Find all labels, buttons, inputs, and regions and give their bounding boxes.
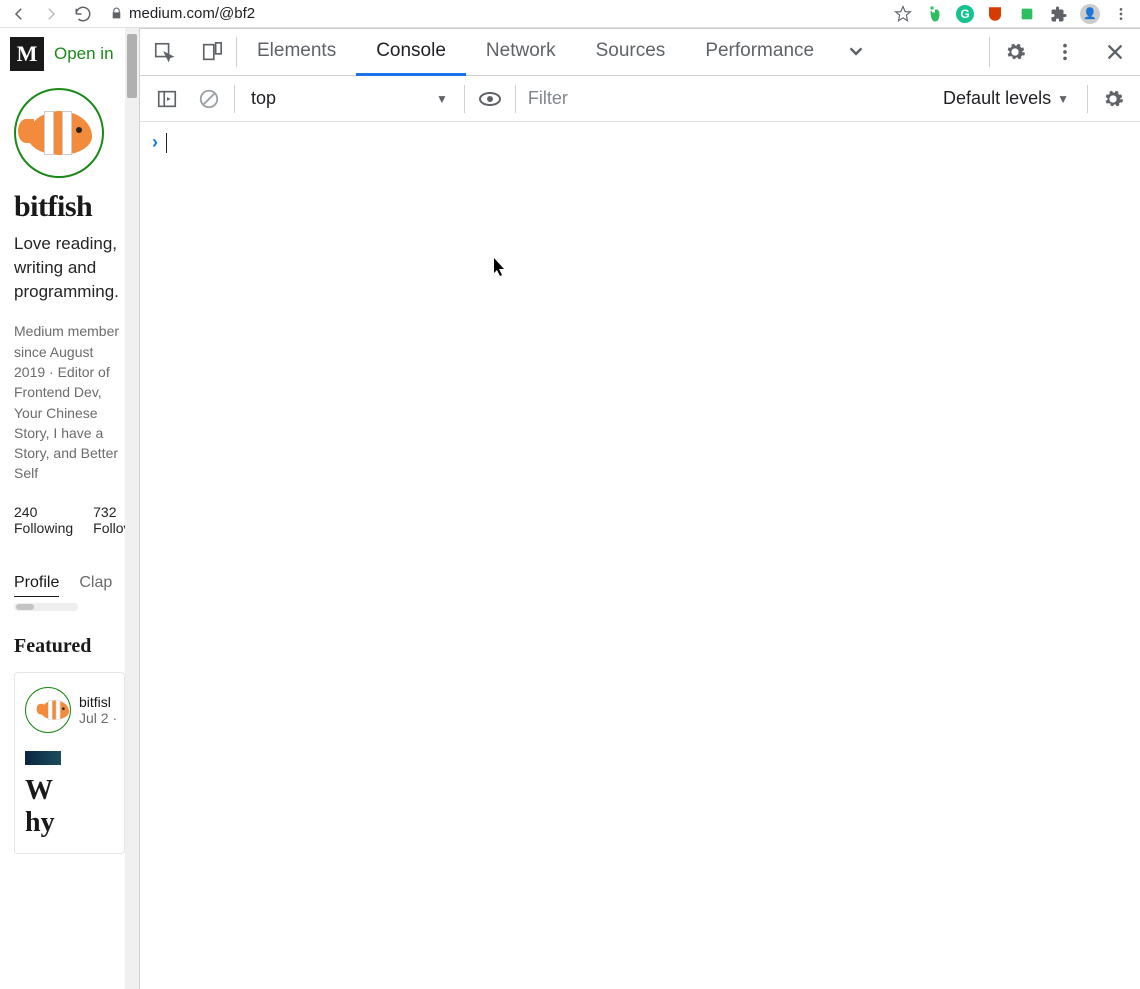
console-toolbar: top ▼ Default levels ▼ — [140, 76, 1140, 122]
extensions-puzzle-icon[interactable] — [1048, 3, 1070, 25]
following-label: Following — [14, 520, 73, 536]
open-in-app-link[interactable]: Open in — [54, 44, 114, 64]
chrome-menu-button[interactable] — [1110, 3, 1132, 25]
tab-sources[interactable]: Sources — [576, 29, 686, 76]
extension-green-icon[interactable] — [1016, 3, 1038, 25]
scrollbar-thumb[interactable] — [127, 34, 137, 98]
devtools-panel: Elements Console Network Sources Perform… — [140, 28, 1140, 989]
featured-thumbnail — [25, 751, 61, 765]
back-button[interactable] — [8, 3, 30, 25]
tab-elements[interactable]: Elements — [237, 29, 356, 76]
following-count: 240 — [14, 504, 73, 520]
text-caret — [166, 133, 167, 153]
tab-performance[interactable]: Performance — [685, 29, 834, 76]
profile-avatar[interactable] — [14, 88, 104, 178]
console-body[interactable]: › — [140, 122, 1140, 989]
page-scrollbar[interactable] — [125, 28, 139, 989]
profile-username: bitfish — [14, 190, 125, 224]
fish-icon — [38, 697, 57, 722]
tabs-scrollbar[interactable] — [14, 603, 78, 611]
following-stat[interactable]: 240 Following — [14, 504, 73, 536]
featured-title: W hy — [25, 775, 114, 839]
console-prompt[interactable]: › — [152, 132, 1128, 153]
forward-button[interactable] — [40, 3, 62, 25]
prompt-chevron-icon: › — [152, 132, 158, 153]
page-content: M Open in bitfish Love reading, writing … — [0, 28, 140, 989]
device-toolbar-button[interactable] — [188, 29, 236, 75]
browser-toolbar: medium.com/@bf2 G 👤 — [0, 0, 1140, 28]
devtools-menu-button[interactable] — [1040, 29, 1090, 75]
featured-author-avatar[interactable] — [25, 687, 71, 733]
live-expression-button[interactable] — [469, 87, 511, 111]
console-settings-button[interactable] — [1092, 88, 1134, 110]
tab-network[interactable]: Network — [466, 29, 576, 76]
medium-logo[interactable]: M — [10, 37, 44, 71]
extension-evernote-icon[interactable] — [924, 3, 946, 25]
address-bar[interactable]: medium.com/@bf2 — [110, 5, 255, 22]
extension-ublock-icon[interactable] — [984, 3, 1006, 25]
extension-grammarly-icon[interactable]: G — [956, 5, 974, 23]
devtools-close-button[interactable] — [1090, 29, 1140, 75]
dropdown-triangle-icon: ▼ — [436, 92, 448, 106]
reload-button[interactable] — [72, 3, 94, 25]
featured-heading: Featured — [0, 635, 139, 658]
levels-label: Default levels — [943, 88, 1051, 109]
console-filter-input[interactable] — [520, 84, 720, 113]
featured-card[interactable]: bitfisl Jul 2 · W hy — [14, 672, 125, 854]
bookmark-star-icon[interactable] — [892, 3, 914, 25]
url-text: medium.com/@bf2 — [129, 5, 255, 22]
devtools-tabbar: Elements Console Network Sources Perform… — [140, 29, 1140, 76]
execution-context-dropdown[interactable]: top ▼ — [239, 88, 460, 109]
lock-icon — [110, 7, 123, 20]
devtools-settings-button[interactable] — [990, 29, 1040, 75]
featured-date: Jul 2 · — [79, 710, 117, 726]
profile-avatar-icon[interactable]: 👤 — [1080, 4, 1100, 24]
more-tabs-button[interactable] — [834, 29, 878, 75]
inspect-element-button[interactable] — [140, 29, 188, 75]
tab-profile[interactable]: Profile — [14, 574, 59, 597]
profile-bio: Love reading, writing and programming. — [14, 232, 125, 303]
context-label: top — [251, 88, 276, 109]
dropdown-triangle-icon: ▼ — [1057, 92, 1069, 106]
tab-console[interactable]: Console — [356, 29, 466, 76]
featured-author-name: bitfisl — [79, 694, 117, 710]
log-levels-dropdown[interactable]: Default levels ▼ — [943, 88, 1083, 109]
tab-claps[interactable]: Clap — [79, 574, 112, 597]
profile-member-info: Medium member since August 2019 · Editor… — [14, 321, 125, 483]
fish-icon — [22, 105, 96, 161]
clear-console-button[interactable] — [188, 88, 230, 110]
console-sidebar-toggle[interactable] — [146, 88, 188, 110]
